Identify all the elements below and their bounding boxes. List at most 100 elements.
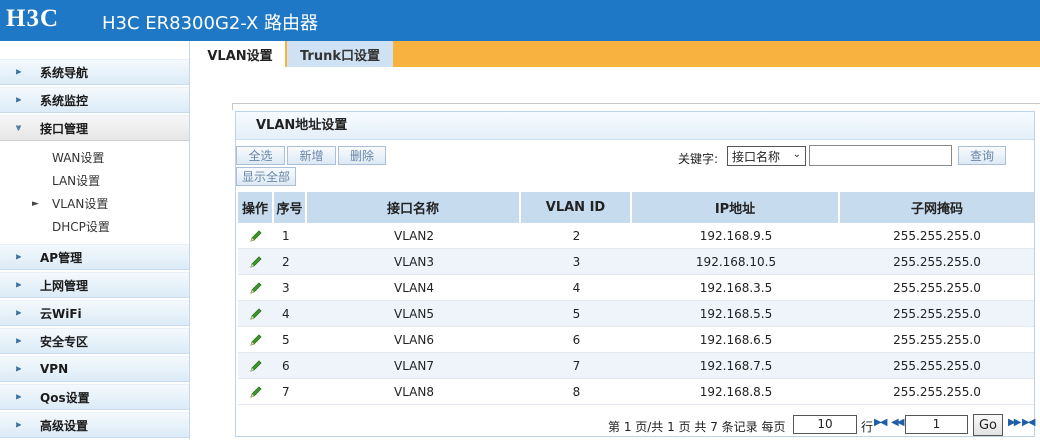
sidebar-item-label: 云WiFi (40, 306, 82, 321)
go-button[interactable]: Go (973, 414, 1003, 436)
sidebar-item-advanced[interactable]: ⫸ 高级设置 (0, 412, 189, 438)
brand-logo: H3C (6, 5, 59, 32)
page-last-icon[interactable]: ▶◀ (1022, 417, 1035, 428)
pencil-edit-icon[interactable] (248, 358, 264, 374)
col-index: 序号 (274, 192, 307, 223)
sidebar-subitem-dhcp[interactable]: DHCP设置 (0, 215, 189, 238)
sidebar-item-label: 安全专区 (40, 334, 89, 349)
cell-ip-address: 192.168.8.5 (699, 384, 773, 399)
add-button[interactable]: 新增 (287, 146, 336, 165)
page-number-input[interactable]: 1 (905, 415, 968, 434)
sidebar-arrow-icon: ⫸ (16, 336, 22, 346)
table-row: 3 VLAN4 4 192.168.3.5 255.255.255.0 (238, 275, 1034, 301)
col-action: 操作 (238, 192, 274, 223)
cell-subnet-mask: 255.255.255.0 (893, 280, 981, 295)
sidebar-arrow-icon: ⫸ (16, 308, 22, 318)
pencil-edit-icon[interactable] (248, 332, 264, 348)
tab-bar: VLAN设置 Trunk口设置 (195, 41, 1040, 67)
sidebar-subitem-wan[interactable]: WAN设置 (0, 146, 189, 169)
sidebar: ⫸ 系统导航 ⫸ 系统监控 ⩔ 接口管理 WAN设置 LAN设置 ► VLAN设置 DH… (0, 41, 190, 440)
sidebar-arrow-icon: ⫸ (16, 95, 22, 105)
col-vlan-id[interactable]: VLAN ID (521, 192, 632, 223)
cell-index: 3 (282, 280, 290, 295)
cell-interface-name: VLAN4 (394, 280, 434, 295)
cell-ip-address: 192.168.6.5 (699, 332, 773, 347)
sidebar-item-cloud-wifi[interactable]: ⫸ 云WiFi (0, 300, 189, 326)
sidebar-item-system-nav[interactable]: ⫸ 系统导航 (0, 59, 189, 85)
pager-summary: 第 1 页/共 1 页 共 7 条记录 每页 (608, 420, 786, 434)
page-next-icon[interactable]: ▶▶ (1008, 417, 1021, 428)
table-row: 6 VLAN7 7 192.168.7.5 255.255.255.0 (238, 353, 1034, 379)
sidebar-item-label: AP管理 (40, 250, 83, 265)
sidebar-item-internet-mgmt[interactable]: ⫸ 上网管理 (0, 272, 189, 298)
tab-trunk-settings[interactable]: Trunk口设置 (287, 41, 393, 67)
cell-ip-address: 192.168.9.5 (699, 228, 773, 243)
per-page-input[interactable]: 10 (793, 415, 857, 434)
cell-vlan-id: 2 (572, 228, 581, 243)
col-ip-address[interactable]: IP地址 (632, 192, 840, 223)
sidebar-item-qos[interactable]: ⫸ Qos设置 (0, 384, 189, 410)
sidebar-arrow-icon: ⫸ (16, 280, 22, 290)
sidebar-item-ap-mgmt[interactable]: ⫸ AP管理 (0, 244, 189, 270)
vlan-panel: VLAN地址设置 全选 新增 删除 显示全部 关键字: 接口名称 ⌄ 查询 操作… (235, 111, 1035, 437)
keyword-field-select[interactable]: 接口名称 ⌄ (727, 146, 806, 166)
cell-subnet-mask: 255.255.255.0 (893, 254, 981, 269)
sidebar-item-label: VPN (40, 362, 69, 376)
col-subnet-mask[interactable]: 子网掩码 (840, 192, 1034, 223)
page-first-icon[interactable]: ▶◀ (874, 417, 887, 428)
sidebar-item-label: 系统监控 (40, 93, 89, 108)
pencil-edit-icon[interactable] (248, 280, 264, 296)
sidebar-item-vpn[interactable]: ⫸ VPN (0, 356, 189, 382)
pencil-edit-icon[interactable] (248, 254, 264, 270)
table-row: 4 VLAN5 5 192.168.5.5 255.255.255.0 (238, 301, 1034, 327)
sidebar-submenu: WAN设置 LAN设置 ► VLAN设置 DHCP设置 (0, 143, 189, 244)
sidebar-subitem-vlan[interactable]: ► VLAN设置 (0, 192, 189, 215)
search-button[interactable]: 查询 (958, 146, 1006, 165)
app-header: H3C H3C ER8300G2-X 路由器 (0, 0, 1040, 41)
cell-interface-name: VLAN5 (394, 306, 434, 321)
table-header: 操作 序号 接口名称 VLAN ID IP地址 子网掩码 (238, 192, 1034, 223)
pencil-edit-icon[interactable] (248, 228, 264, 244)
sidebar-subitem-lan[interactable]: LAN设置 (0, 169, 189, 192)
cell-subnet-mask: 255.255.255.0 (893, 384, 981, 399)
cell-ip-address: 192.168.5.5 (699, 306, 773, 321)
cell-ip-address: 192.168.7.5 (699, 358, 773, 373)
sidebar-item-label: Qos设置 (40, 390, 90, 405)
pagination: 第 1 页/共 1 页 共 7 条记录 每页 10 行 ▶◀ ◀◀ 1 Go ▶… (608, 414, 1035, 436)
sidebar-expanded-icon: ⩔ (16, 123, 22, 133)
vlan-table: 操作 序号 接口名称 VLAN ID IP地址 子网掩码 1 VLAN2 2 192.… (238, 192, 1034, 405)
table-body: 1 VLAN2 2 192.168.9.5 255.255.255.0 2 VLAN3 3 19… (238, 223, 1034, 405)
sidebar-item-interface-mgmt[interactable]: ⩔ 接口管理 (0, 115, 189, 141)
cell-vlan-id: 8 (572, 384, 581, 399)
show-all-button[interactable]: 显示全部 (236, 167, 296, 186)
cell-index: 2 (282, 254, 290, 269)
select-all-button[interactable]: 全选 (236, 146, 285, 165)
tab-vlan-settings[interactable]: VLAN设置 (195, 41, 285, 67)
col-interface-name[interactable]: 接口名称 (307, 192, 521, 223)
page-prev-icon[interactable]: ◀◀ (891, 417, 904, 428)
cell-vlan-id: 3 (572, 254, 581, 269)
delete-button[interactable]: 删除 (338, 146, 386, 165)
keyword-input[interactable] (809, 145, 952, 166)
table-row: 2 VLAN3 3 192.168.10.5 255.255.255.0 (238, 249, 1034, 275)
cell-vlan-id: 5 (572, 306, 581, 321)
dropdown-caret-icon: ⌄ (792, 149, 801, 160)
pencil-edit-icon[interactable] (248, 306, 264, 322)
sidebar-arrow-icon: ⫸ (16, 67, 22, 77)
device-title: H3C ER8300G2-X 路由器 (102, 13, 319, 34)
pencil-edit-icon[interactable] (248, 384, 264, 400)
cell-interface-name: VLAN2 (394, 228, 434, 243)
table-row: 7 VLAN8 8 192.168.8.5 255.255.255.0 (238, 379, 1034, 405)
cell-interface-name: VLAN7 (394, 358, 434, 373)
cell-vlan-id: 7 (572, 358, 581, 373)
sidebar-item-security[interactable]: ⫸ 安全专区 (0, 328, 189, 354)
sidebar-item-label: 接口管理 (40, 121, 89, 136)
sidebar-item-label: 高级设置 (40, 418, 89, 433)
keyword-label: 关键字: (678, 152, 719, 166)
panel-title: VLAN地址设置 (236, 112, 1034, 140)
sidebar-arrow-icon: ⫸ (16, 252, 22, 262)
table-row: 1 VLAN2 2 192.168.9.5 255.255.255.0 (238, 223, 1034, 249)
cell-ip-address: 192.168.3.5 (699, 280, 773, 295)
sidebar-item-system-monitor[interactable]: ⫸ 系统监控 (0, 87, 189, 113)
active-arrow-icon: ► (32, 198, 39, 209)
